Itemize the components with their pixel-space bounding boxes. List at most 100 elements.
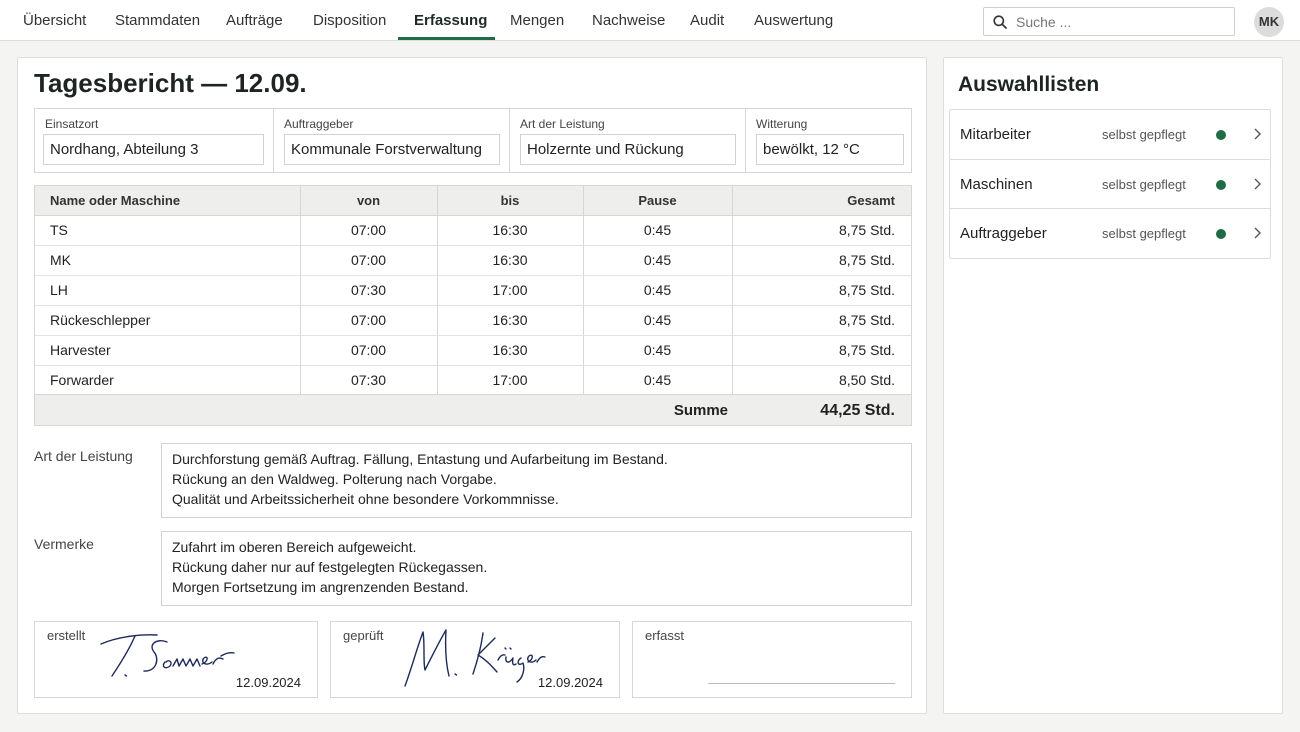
list-item-status: selbst gepflegt xyxy=(1102,177,1186,192)
list-item-mitarbeiter[interactable]: Mitarbeiter selbst gepflegt xyxy=(949,109,1271,160)
column-header-name: Name oder Maschine xyxy=(35,186,301,216)
cell-bis[interactable]: 17:00 xyxy=(437,275,584,306)
meta-label: Witterung xyxy=(756,117,808,131)
vermerke-line: Morgen Fortsetzung im angrenzenden Besta… xyxy=(172,579,469,595)
cell-bis[interactable]: 16:30 xyxy=(437,335,584,366)
einsatzort-field[interactable]: Nordhang, Abteilung 3 xyxy=(43,134,264,165)
cell-von[interactable]: 07:30 xyxy=(300,365,438,396)
cell-von[interactable]: 07:30 xyxy=(300,275,438,306)
chevron-right-icon xyxy=(1254,128,1261,140)
cell-name[interactable]: Forwarder xyxy=(35,365,301,396)
cell-pause[interactable]: 0:45 xyxy=(583,335,733,366)
meta-einsatzort: Einsatzort Nordhang, Abteilung 3 xyxy=(35,109,274,172)
tab-uebersicht[interactable]: Übersicht xyxy=(23,0,86,41)
meta-auftraggeber: Auftraggeber Kommunale Forstverwaltung xyxy=(274,109,510,172)
user-avatar[interactable]: MK xyxy=(1254,7,1284,37)
vermerke-label: Vermerke xyxy=(34,536,94,552)
vermerke-textarea[interactable]: Zufahrt im oberen Bereich aufgeweicht. R… xyxy=(161,531,912,606)
signature-label: geprüft xyxy=(343,628,384,643)
table-row[interactable]: Forwarder 07:30 17:00 0:45 8,50 Std. xyxy=(35,365,911,396)
column-header-pause: Pause xyxy=(583,186,733,216)
top-navigation: Übersicht Stammdaten Aufträge Dispositio… xyxy=(0,0,1300,41)
meta-label: Art der Leistung xyxy=(520,117,605,131)
time-table: Name oder Maschine von bis Pause Gesamt … xyxy=(34,185,912,426)
signature-erfasst[interactable]: erfasst xyxy=(632,621,912,698)
vermerke-line: Rückung daher nur auf festgelegten Rücke… xyxy=(172,559,488,575)
cell-name[interactable]: MK xyxy=(35,245,301,276)
chevron-right-icon xyxy=(1254,178,1261,190)
handwritten-signature xyxy=(100,634,235,677)
meta-label: Einsatzort xyxy=(45,117,99,131)
table-row[interactable]: LH 07:30 17:00 0:45 8,75 Std. xyxy=(35,275,911,306)
cell-bis[interactable]: 16:30 xyxy=(437,245,584,276)
cell-pause[interactable]: 0:45 xyxy=(583,245,733,276)
cell-pause[interactable]: 0:45 xyxy=(583,365,733,396)
leistung-textarea[interactable]: Durchforstung gemäß Auftrag. Fällung, En… xyxy=(161,443,912,518)
cell-gesamt: 8,75 Std. xyxy=(732,275,911,306)
cell-name[interactable]: Rückeschlepper xyxy=(35,305,301,336)
auftraggeber-field[interactable]: Kommunale Forstverwaltung xyxy=(284,134,500,165)
tab-erfassung[interactable]: Erfassung xyxy=(414,0,487,41)
leistung-line: Durchforstung gemäß Auftrag. Fällung, En… xyxy=(172,451,668,467)
cell-name[interactable]: TS xyxy=(35,215,301,246)
list-item-auftraggeber[interactable]: Auftraggeber selbst gepflegt xyxy=(949,208,1271,259)
cell-von[interactable]: 07:00 xyxy=(300,215,438,246)
cell-name[interactable]: Harvester xyxy=(35,335,301,366)
status-dot-icon xyxy=(1216,229,1226,239)
cell-bis[interactable]: 16:30 xyxy=(437,215,584,246)
column-header-bis: bis xyxy=(437,186,584,216)
sum-row: Summe 44,25 Std. xyxy=(35,394,911,425)
table-row[interactable]: TS 07:00 16:30 0:45 8,75 Std. xyxy=(35,215,911,246)
table-row[interactable]: Rückeschlepper 07:00 16:30 0:45 8,75 Std… xyxy=(35,305,911,336)
cell-gesamt: 8,75 Std. xyxy=(732,305,911,336)
leistung-line: Qualität und Arbeitssicherheit ohne beso… xyxy=(172,491,559,507)
tab-auswertung[interactable]: Auswertung xyxy=(754,0,833,41)
cell-pause[interactable]: 0:45 xyxy=(583,215,733,246)
tab-disposition[interactable]: Disposition xyxy=(313,0,386,41)
cell-von[interactable]: 07:00 xyxy=(300,245,438,276)
cell-gesamt: 8,50 Std. xyxy=(732,365,911,396)
column-header-von: von xyxy=(300,186,438,216)
list-item-maschinen[interactable]: Maschinen selbst gepflegt xyxy=(949,159,1271,210)
cell-pause[interactable]: 0:45 xyxy=(583,275,733,306)
witterung-field[interactable]: bewölkt, 12 °C xyxy=(756,134,904,165)
signature-label: erfasst xyxy=(645,628,685,643)
report-meta: Einsatzort Nordhang, Abteilung 3 Auftrag… xyxy=(34,108,912,173)
cell-von[interactable]: 07:00 xyxy=(300,305,438,336)
tab-mengen[interactable]: Mengen xyxy=(510,0,564,41)
signature-label: erstellt xyxy=(47,628,86,643)
tab-nachweise[interactable]: Nachweise xyxy=(592,0,665,41)
tab-stammdaten[interactable]: Stammdaten xyxy=(115,0,200,41)
sum-label: Summe xyxy=(673,402,728,419)
cell-gesamt: 8,75 Std. xyxy=(732,215,911,246)
signature-date: 12.09.2024 xyxy=(235,675,301,690)
signature-geprueft[interactable]: geprüft 12.09.2024 xyxy=(330,621,620,698)
cell-name[interactable]: LH xyxy=(35,275,301,306)
art-der-leistung-field[interactable]: Holzernte und Rückung xyxy=(520,134,736,165)
vermerke-line: Zufahrt im oberen Bereich aufgeweicht. xyxy=(172,539,417,555)
tab-auftraege[interactable]: Aufträge xyxy=(226,0,283,41)
search-box[interactable] xyxy=(983,7,1235,36)
tab-audit[interactable]: Audit xyxy=(690,0,724,41)
handwritten-signature xyxy=(404,629,546,687)
cell-gesamt: 8,75 Std. xyxy=(732,245,911,276)
column-header-gesamt: Gesamt xyxy=(732,186,911,216)
signature-date: 12.09.2024 xyxy=(537,675,603,690)
list-item-label: Auftraggeber xyxy=(960,225,1047,242)
meta-art-der-leistung: Art der Leistung Holzernte und Rückung xyxy=(510,109,746,172)
cell-von[interactable]: 07:00 xyxy=(300,335,438,366)
list-item-label: Mitarbeiter xyxy=(960,126,1031,143)
table-row[interactable]: MK 07:00 16:30 0:45 8,75 Std. xyxy=(35,245,911,276)
cell-bis[interactable]: 17:00 xyxy=(437,365,584,396)
list-item-status: selbst gepflegt xyxy=(1102,226,1186,241)
status-dot-icon xyxy=(1216,130,1226,140)
sidebar-title: Auswahllisten xyxy=(958,73,1100,96)
cell-pause[interactable]: 0:45 xyxy=(583,305,733,336)
table-row[interactable]: Harvester 07:00 16:30 0:45 8,75 Std. xyxy=(35,335,911,366)
search-input[interactable] xyxy=(1016,11,1226,33)
cell-gesamt: 8,75 Std. xyxy=(732,335,911,366)
cell-bis[interactable]: 16:30 xyxy=(437,305,584,336)
meta-label: Auftraggeber xyxy=(284,117,354,131)
signature-erstellt[interactable]: erstellt 12.09.2024 xyxy=(34,621,318,698)
leistung-line: Rückung an den Waldweg. Polterung nach V… xyxy=(172,471,497,487)
